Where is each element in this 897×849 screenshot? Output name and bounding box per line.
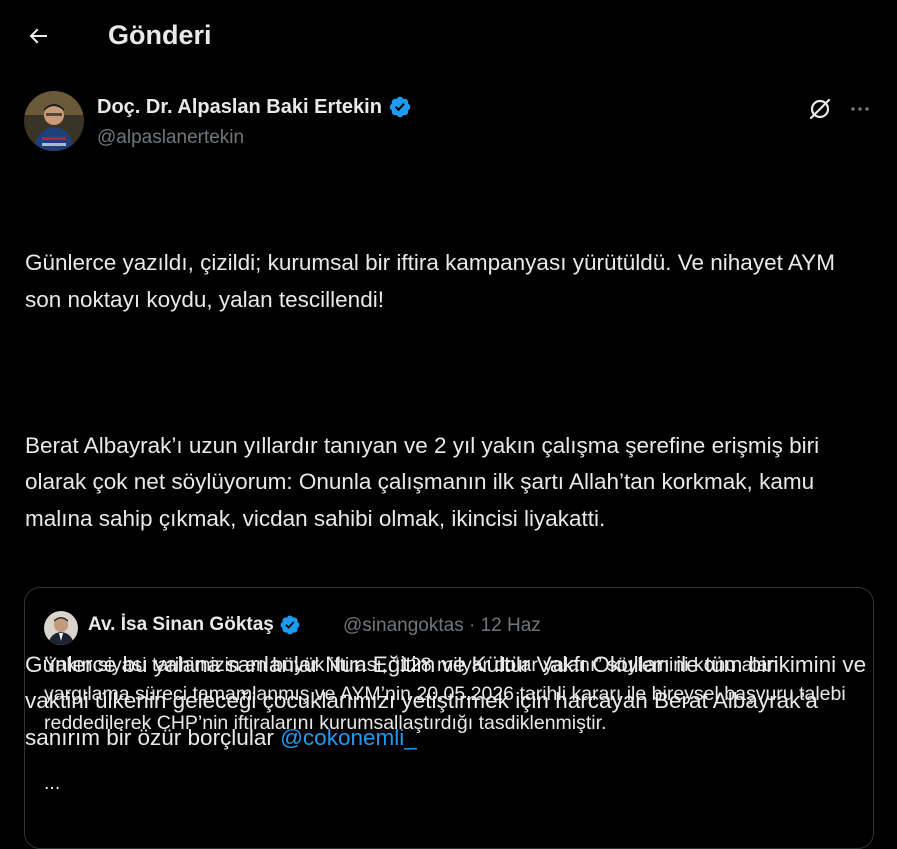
quote-author-avatar: [44, 611, 78, 645]
quote-author-name: Av. İsa Sinan Göktaş: [88, 612, 301, 638]
quote-avatar-photo: [44, 611, 78, 645]
quote-text: Yakın siyasi tarihimizin en büyük iftira…: [44, 654, 846, 734]
author-name-text: Doç. Dr. Alpaslan Baki Ertekin: [97, 96, 382, 118]
grok-icon: [809, 98, 831, 120]
avatar-photo: [24, 91, 84, 151]
author-avatar[interactable]: [24, 91, 84, 151]
author-name[interactable]: Doç. Dr. Alpaslan Baki Ertekin: [97, 94, 412, 120]
quote-date: 12 Haz: [480, 615, 541, 636]
quote-truncation: ...: [44, 772, 61, 794]
grok-button[interactable]: [804, 93, 836, 125]
verified-badge-icon: [389, 96, 411, 118]
tweet-paragraph: Günlerce yazıldı, çizildi; kurumsal bir …: [25, 250, 842, 312]
more-options-button[interactable]: [844, 93, 876, 125]
quoted-tweet[interactable]: Av. İsa Sinan Göktaş @sinangoktas · 12 H…: [24, 587, 874, 849]
author-handle[interactable]: @alpaslanertekin: [97, 126, 244, 150]
back-button[interactable]: [18, 16, 58, 56]
verified-badge-icon: [280, 615, 300, 635]
tweet-paragraph: Berat Albayrak’ı uzun yıllardır tanıyan …: [25, 432, 826, 531]
meta-separator: ·: [468, 615, 476, 636]
quote-author-name-text: Av. İsa Sinan Göktaş: [88, 614, 274, 635]
more-horizontal-icon: [851, 107, 869, 111]
page-title: Gönderi: [108, 20, 212, 50]
quote-author-handle: @sinangoktas: [343, 615, 464, 636]
arrow-left-icon: [29, 28, 47, 44]
top-bar: Gönderi: [0, 0, 897, 70]
quote-meta: @sinangoktas · 12 Haz: [343, 614, 541, 638]
